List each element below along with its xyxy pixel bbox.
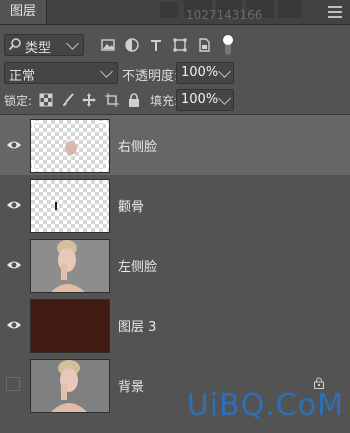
opacity-input[interactable]: 100% [176, 62, 234, 84]
brand-text-suffix: .CoM [265, 388, 344, 423]
type-layer-filter-icon[interactable] [148, 37, 164, 53]
fill-label: 填充: [150, 94, 179, 108]
search-icon [8, 38, 21, 51]
panel-header: 图层 1027143166 [0, 0, 350, 25]
chevron-down-icon [66, 37, 79, 50]
filter-toggle-icon[interactable] [222, 34, 234, 56]
layer-thumbnail[interactable] [30, 119, 110, 173]
brand-text-main: UiBQ [186, 388, 266, 423]
portrait-thumbnail-icon [31, 360, 109, 412]
shape-layer-filter-icon[interactable] [172, 37, 188, 53]
opacity-label: 不透明度: [122, 69, 179, 84]
layer-thumbnail[interactable] [30, 359, 110, 413]
kind-filter-label: 类型 [25, 41, 52, 56]
lock-artboard-icon[interactable] [104, 92, 120, 108]
filter-row: 类型 [0, 30, 350, 58]
eye-icon[interactable] [6, 137, 22, 153]
watermark-number: 1027143166 [186, 8, 263, 22]
cheekbone-fragment-icon [55, 202, 57, 210]
pixel-layer-filter-icon[interactable] [100, 37, 116, 53]
blend-row: 正常 不透明度: 100% [0, 61, 350, 85]
layer-row[interactable]: 图层 3 [0, 295, 350, 356]
eye-icon[interactable] [6, 317, 22, 333]
blend-mode-select[interactable]: 正常 [4, 62, 118, 84]
fill-input[interactable]: 100% [176, 89, 234, 111]
kind-filter-select[interactable]: 类型 [4, 34, 84, 56]
portrait-thumbnail-icon [31, 240, 109, 292]
eye-icon[interactable] [6, 197, 22, 213]
layer-name[interactable]: 左侧脸 [118, 256, 157, 275]
brand-watermark: UiBQ.CoM [187, 388, 344, 423]
layer-row[interactable]: 右侧脸 [0, 115, 350, 176]
blend-mode-value: 正常 [9, 69, 36, 84]
layer-row[interactable]: 左侧脸 [0, 235, 350, 296]
lock-all-icon[interactable] [126, 92, 142, 108]
lock-row: 锁定: 填充: 100% [0, 88, 350, 112]
fill-value: 100% [181, 92, 219, 107]
chevron-down-icon [218, 92, 231, 105]
layer-name[interactable]: 右侧脸 [118, 136, 157, 155]
chevron-down-icon [218, 65, 231, 78]
layer-thumbnail[interactable] [30, 239, 110, 293]
lock-position-icon[interactable] [81, 92, 97, 108]
panel-menu-icon[interactable] [328, 6, 342, 18]
lock-label: 锁定: [4, 94, 33, 108]
lock-transparent-pixels-icon[interactable] [38, 92, 54, 108]
smart-object-filter-icon[interactable] [196, 37, 212, 53]
chevron-down-icon [100, 65, 113, 78]
opacity-value: 100% [181, 65, 219, 80]
layer-name[interactable]: 背景 [118, 376, 144, 395]
layers-list: 右侧脸 颧骨 左侧脸 图层 3 背景 [0, 115, 350, 416]
eye-icon[interactable] [6, 257, 22, 273]
visibility-toggle[interactable] [6, 377, 20, 391]
layers-tab[interactable]: 图层 [0, 0, 48, 24]
layer-name[interactable]: 图层 3 [118, 316, 156, 335]
layer-thumbnail[interactable] [30, 179, 110, 233]
layer-row[interactable]: 颧骨 [0, 175, 350, 236]
layer-name[interactable]: 颧骨 [118, 196, 144, 215]
lock-image-pixels-icon[interactable] [60, 92, 76, 108]
adjustment-layer-filter-icon[interactable] [124, 37, 140, 53]
face-fragment-icon [32, 121, 108, 171]
layer-thumbnail[interactable] [30, 299, 110, 353]
